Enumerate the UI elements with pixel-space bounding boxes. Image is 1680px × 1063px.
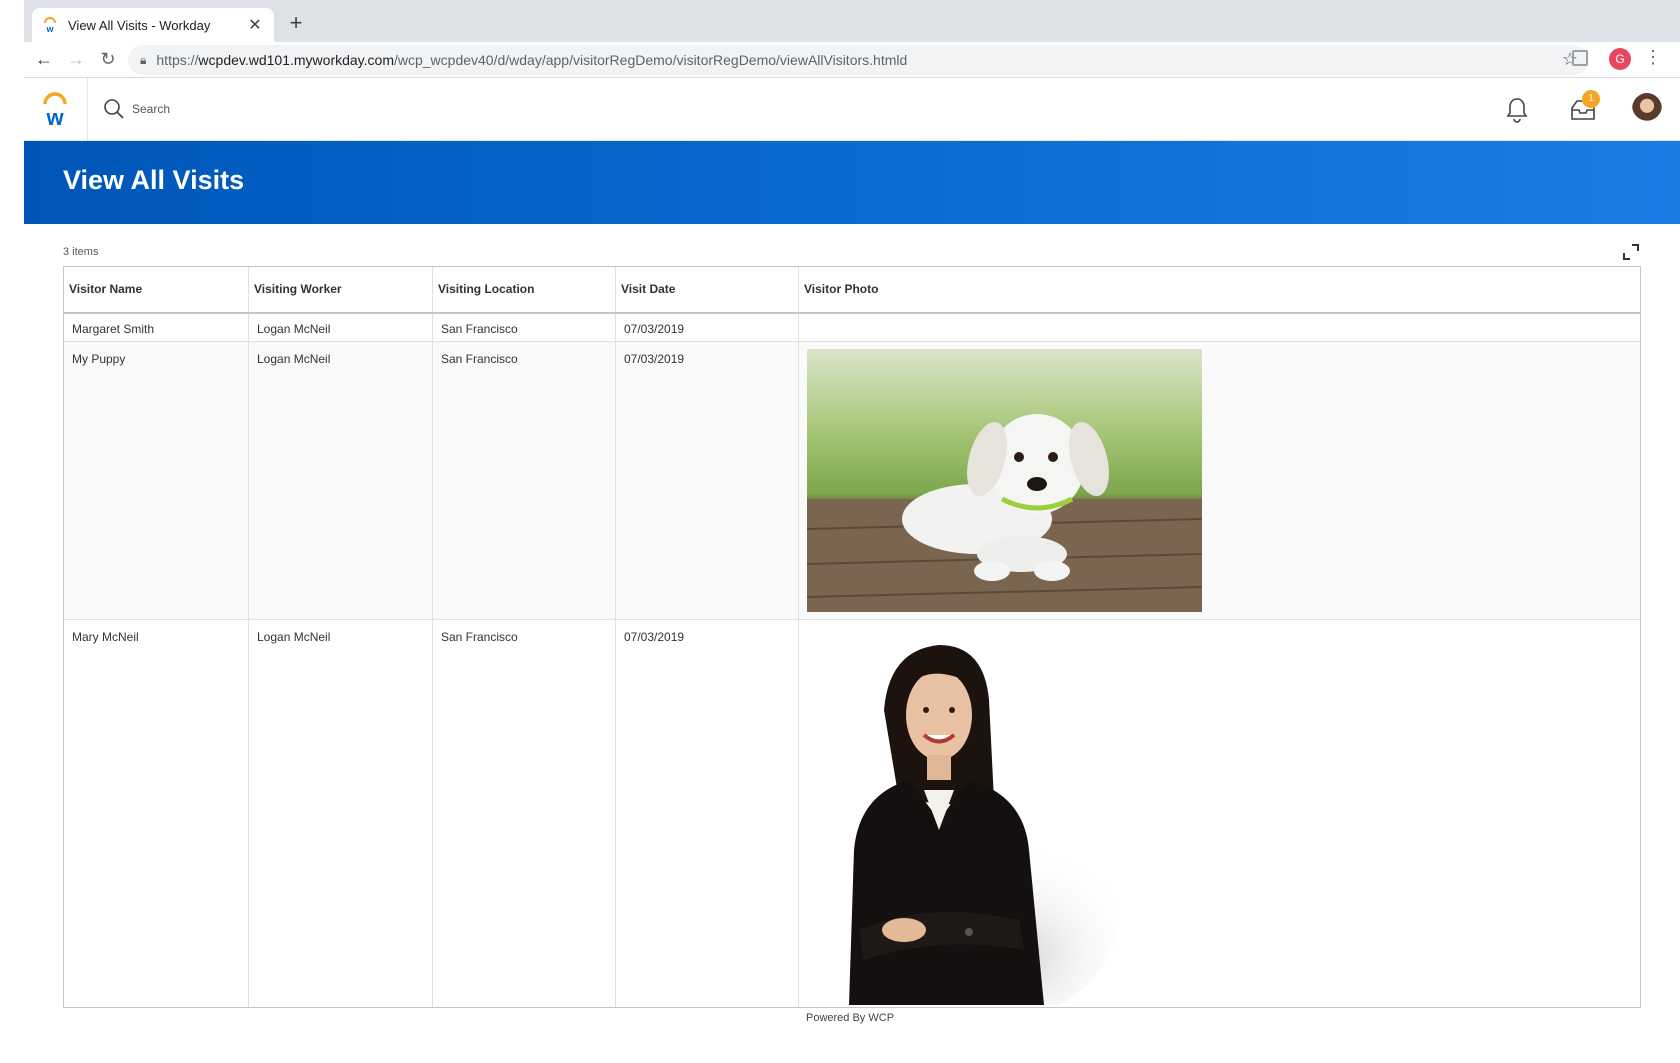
column-header-visitor-name[interactable]: Visitor Name xyxy=(64,267,249,312)
visitor-photo-cell xyxy=(799,620,1640,1007)
visitor-name-cell: Mary McNeil xyxy=(64,620,249,1007)
visits-table: Visitor Name Visiting Worker Visiting Lo… xyxy=(63,266,1641,1008)
powered-by-footer: Powered By WCP xyxy=(806,1012,895,1024)
url-path: /wcp_wcpdev40/d/wday/app/visitorRegDemo/… xyxy=(393,52,908,68)
column-header-visit-date[interactable]: Visit Date xyxy=(616,267,799,312)
workday-favicon-icon: w xyxy=(44,17,56,33)
items-count: 3 items xyxy=(63,246,99,258)
page-banner: View All Visits xyxy=(24,141,1680,224)
extension-icon[interactable] xyxy=(1572,50,1588,66)
visit-date-cell: 07/03/2019 xyxy=(616,314,799,341)
visiting-location-cell: San Francisco xyxy=(433,314,616,341)
puppy-photo[interactable] xyxy=(807,349,1202,612)
browser-tab[interactable]: w View All Visits - Workday ✕ xyxy=(32,8,274,42)
table-row[interactable]: Margaret Smith Logan McNeil San Francisc… xyxy=(64,314,1640,342)
inbox-count-badge: 1 xyxy=(1582,90,1600,108)
search-input[interactable] xyxy=(132,98,432,120)
table-row[interactable]: My Puppy Logan McNeil San Francisco 07/0… xyxy=(64,342,1640,620)
visit-date-cell: 07/03/2019 xyxy=(616,620,799,1007)
profile-avatar[interactable]: G xyxy=(1609,48,1631,70)
column-header-visitor-photo[interactable]: Visitor Photo xyxy=(799,267,1640,312)
search-icon[interactable] xyxy=(103,98,125,120)
tab-strip: w View All Visits - Workday ✕ + xyxy=(24,0,1680,42)
visitor-name-cell: Margaret Smith xyxy=(64,314,249,341)
woman-photo[interactable] xyxy=(809,630,1119,1005)
visiting-worker-cell[interactable]: Logan McNeil xyxy=(249,620,433,1007)
url-text: https://wcpdev.wd101.myworkday.com/wcp_w… xyxy=(156,52,907,68)
address-bar[interactable]: 🔒︎ https://wcpdev.wd101.myworkday.com/wc… xyxy=(128,45,1588,75)
url-prefix: https:// xyxy=(156,52,199,68)
workday-header: w 1 xyxy=(24,78,1680,141)
notifications-bell-icon[interactable] xyxy=(1505,96,1529,124)
lock-icon: 🔒︎ xyxy=(140,52,147,67)
workday-logo-icon[interactable]: w xyxy=(40,92,70,128)
browser-toolbar: ← → ↻ 🔒︎ https://wcpdev.wd101.myworkday.… xyxy=(24,42,1680,78)
column-header-visiting-location[interactable]: Visiting Location xyxy=(433,267,616,312)
visitor-photo-cell xyxy=(799,342,1640,619)
svg-text:w: w xyxy=(45,105,64,128)
visitor-name-cell: My Puppy xyxy=(64,342,249,619)
back-arrow-icon[interactable]: ← xyxy=(28,49,60,70)
user-avatar[interactable] xyxy=(1632,93,1662,125)
forward-arrow-icon[interactable]: → xyxy=(60,49,92,70)
visitor-photo-cell xyxy=(799,314,1640,341)
visiting-worker-cell[interactable]: Logan McNeil xyxy=(249,342,433,619)
reload-icon[interactable]: ↻ xyxy=(92,49,124,70)
tab-title: View All Visits - Workday xyxy=(68,17,211,33)
close-tab-icon[interactable]: ✕ xyxy=(246,15,264,35)
table-row[interactable]: Mary McNeil Logan McNeil San Francisco 0… xyxy=(64,620,1640,1007)
page-title: View All Visits xyxy=(63,165,245,195)
visiting-location-cell: San Francisco xyxy=(433,620,616,1007)
header-divider xyxy=(87,78,88,141)
new-tab-icon[interactable]: + xyxy=(282,10,310,36)
browser-window: w View All Visits - Workday ✕ + ← → ↻ 🔒︎… xyxy=(24,0,1680,1063)
url-host: wcpdev.wd101.myworkday.com xyxy=(198,52,394,68)
table-header-row: Visitor Name Visiting Worker Visiting Lo… xyxy=(64,267,1640,314)
column-header-visiting-worker[interactable]: Visiting Worker xyxy=(249,267,433,312)
visiting-location-cell: San Francisco xyxy=(433,342,616,619)
fullscreen-expand-icon[interactable] xyxy=(1623,244,1639,260)
browser-menu-icon[interactable]: ⋮ xyxy=(1644,47,1662,68)
visit-date-cell: 07/03/2019 xyxy=(616,342,799,619)
visiting-worker-cell[interactable]: Logan McNeil xyxy=(249,314,433,341)
svg-text:w: w xyxy=(45,24,54,33)
